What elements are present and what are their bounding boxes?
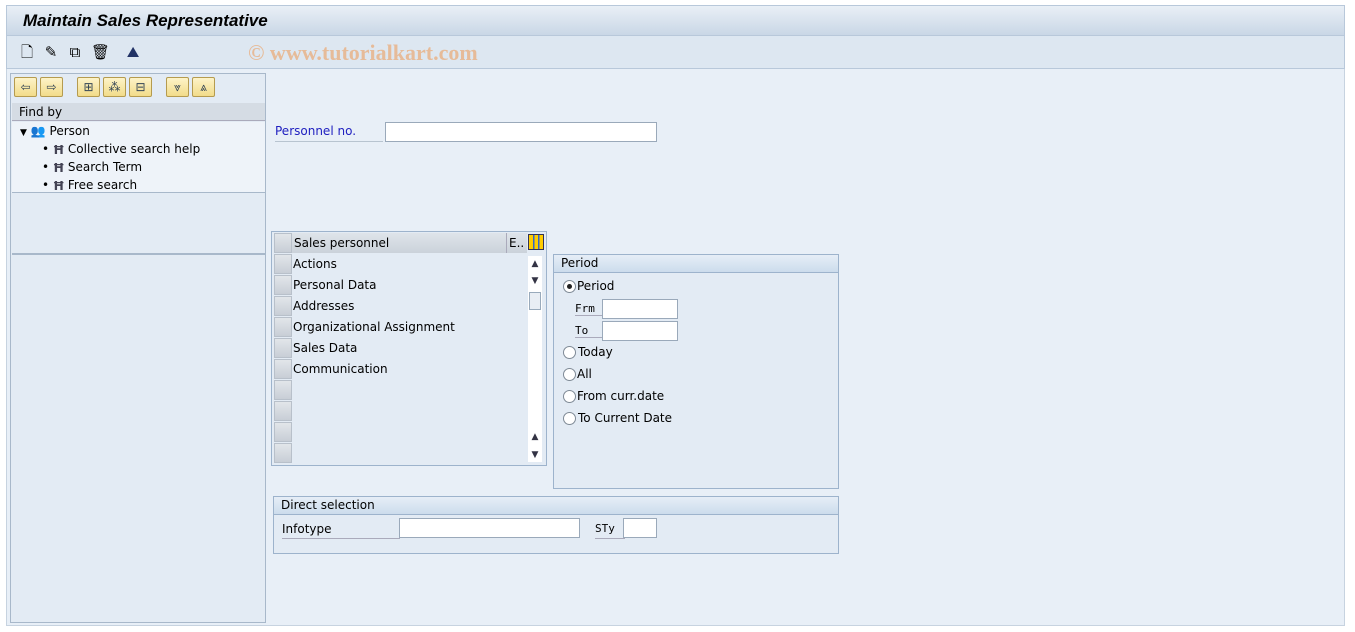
back-arrow-icon[interactable]: ⇦ (14, 77, 37, 97)
infotype-table: Sales personnel E.. Actions Personal Dat… (271, 231, 547, 466)
radio-today-label: Today (578, 345, 613, 359)
table-row[interactable]: Organizational Assignment (292, 317, 527, 338)
tree-item-free-search[interactable]: • Ħ Free search (42, 176, 137, 194)
personnel-no-label: Personnel no. (275, 124, 383, 142)
row-selector[interactable] (274, 359, 292, 379)
column-header-e[interactable]: E.. (507, 233, 527, 253)
period-group-title: Period (554, 255, 838, 273)
row-selector[interactable] (274, 422, 292, 442)
scroll-thumb[interactable] (529, 292, 541, 310)
select-node-icon[interactable]: ⁂ (103, 77, 126, 97)
caret-down-icon[interactable]: ▼ (20, 128, 27, 138)
persons-icon: 👥 (30, 124, 46, 138)
infotype-label: Infotype (282, 522, 400, 539)
title-bar: Maintain Sales Representative (6, 5, 1345, 36)
row-selector[interactable] (274, 254, 292, 274)
page-down-icon[interactable]: ▼ (528, 448, 542, 462)
radio-from-curr-date-label: From curr.date (577, 389, 665, 403)
new-document-icon[interactable]: 🗋 (19, 44, 35, 60)
infotype-input[interactable] (399, 518, 580, 538)
binoculars-icon: Ħ (52, 178, 65, 193)
hit-list-pane (12, 253, 265, 621)
row-selector[interactable] (274, 275, 292, 295)
application-toolbar: 🗋 ✎ ⧉ 🗑 ⛰ (6, 36, 1345, 69)
radio-all-label: All (577, 367, 592, 381)
personnel-no-input[interactable] (385, 122, 657, 142)
collapse-node-icon[interactable]: ⊟ (129, 77, 152, 97)
subtype-label: STy (595, 522, 625, 539)
scroll-up-icon[interactable]: ▲ (528, 257, 542, 271)
search-tree: ▼ 👥 Person • Ħ Collective search help • Ħ… (12, 122, 265, 193)
binoculars-icon: Ħ (52, 142, 65, 157)
object-navigator: ⇦ ⇨ ⊞ ⁂ ⊟ ⩔ ⩓ Find by ▼ 👥 Person • Ħ Coll… (10, 73, 266, 623)
expand-all-icon[interactable]: ⩔ (166, 77, 189, 97)
row-selector[interactable] (274, 380, 292, 400)
binoculars-icon: Ħ (52, 160, 65, 175)
select-all-cell[interactable] (274, 233, 292, 253)
pencil-edit-icon[interactable]: ✎ (43, 44, 59, 60)
tree-item-label: Free search (67, 178, 138, 192)
tree-item-collective-search-help[interactable]: • Ħ Collective search help (42, 140, 200, 158)
column-settings-icon[interactable] (528, 234, 544, 250)
tree-item-label: Collective search help (67, 142, 201, 156)
tree-node-person[interactable]: ▼ 👥 Person (20, 122, 90, 140)
tree-node-label: Person (49, 124, 90, 138)
period-from-input[interactable] (602, 299, 678, 319)
from-label: Frm (575, 302, 603, 316)
table-row[interactable]: Personal Data (292, 275, 527, 296)
direct-selection-group: Direct selection Infotype STy (273, 496, 839, 554)
find-by-header: Find by (12, 103, 265, 121)
page-up-icon[interactable]: ▲ (528, 430, 542, 444)
trash-delete-icon[interactable]: 🗑 (91, 44, 110, 60)
row-selector[interactable] (274, 296, 292, 316)
radio-from-curr-date[interactable] (563, 390, 576, 403)
row-selector[interactable] (274, 317, 292, 337)
period-group: Period Period Frm To Today All From curr… (553, 254, 839, 489)
page-title: Maintain Sales Representative (23, 11, 268, 30)
table-row[interactable]: Actions (292, 254, 527, 275)
collapse-all-icon[interactable]: ⩓ (192, 77, 215, 97)
person-overview-icon[interactable]: ⛰ (125, 44, 141, 60)
table-row[interactable]: Addresses (292, 296, 527, 317)
scroll-down-icon[interactable]: ▼ (528, 274, 542, 288)
column-header-sales-personnel[interactable]: Sales personnel (292, 233, 507, 253)
tree-item-search-term[interactable]: • Ħ Search Term (42, 158, 142, 176)
radio-to-current-date-label: To Current Date (578, 411, 673, 425)
subtype-input[interactable] (623, 518, 657, 538)
forward-arrow-icon[interactable]: ⇨ (40, 77, 63, 97)
radio-today[interactable] (563, 346, 576, 359)
radio-period[interactable] (563, 280, 576, 293)
expand-node-icon[interactable]: ⊞ (77, 77, 100, 97)
watermark: © www.tutorialkart.com (248, 40, 478, 65)
row-selector[interactable] (274, 338, 292, 358)
period-to-input[interactable] (602, 321, 678, 341)
radio-all[interactable] (563, 368, 576, 381)
row-selector[interactable] (274, 401, 292, 421)
table-row[interactable]: Communication (292, 359, 527, 380)
tree-item-label: Search Term (67, 160, 143, 174)
table-row[interactable]: Sales Data (292, 338, 527, 359)
row-selector[interactable] (274, 443, 292, 463)
to-label: To (575, 324, 603, 338)
radio-period-label: Period (577, 279, 615, 293)
direct-selection-title: Direct selection (274, 497, 838, 515)
radio-to-current-date[interactable] (563, 412, 576, 425)
copy-icon[interactable]: ⧉ (67, 44, 83, 60)
